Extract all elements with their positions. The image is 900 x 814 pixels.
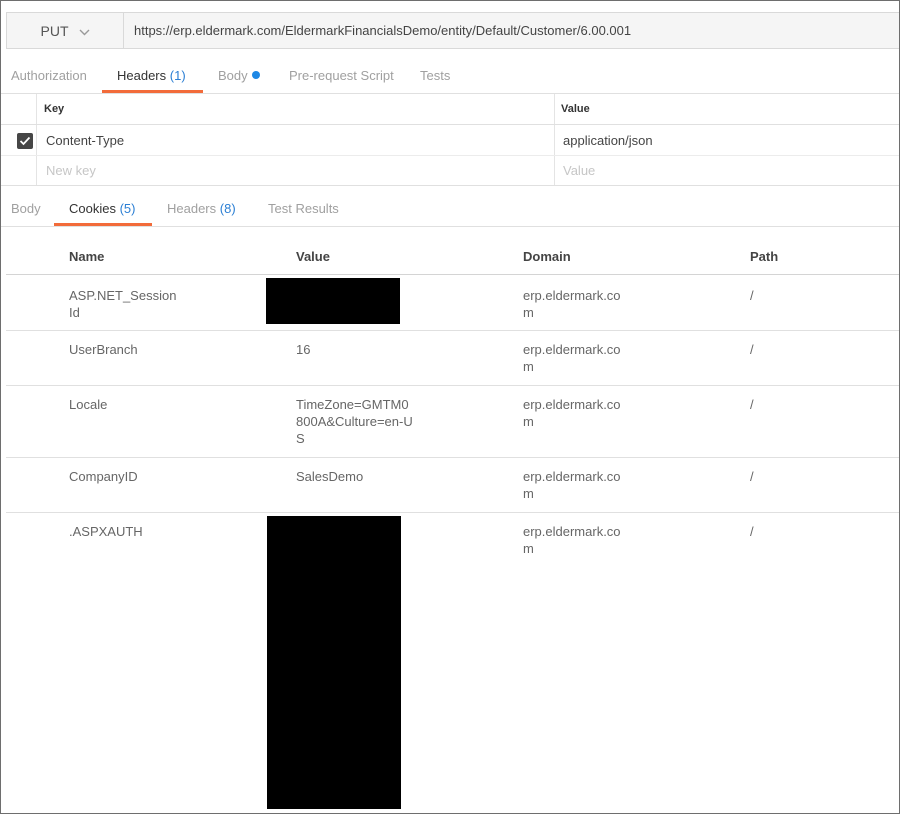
tab-pre-request-script[interactable]: Pre-request Script <box>289 59 394 92</box>
tab-label: Test Results <box>268 201 339 216</box>
cookie-path: / <box>750 469 754 484</box>
tab-label: Cookies <box>69 201 116 216</box>
cookies-column-domain: Domain <box>523 249 571 264</box>
divider <box>36 94 37 185</box>
cookie-name: CompanyID <box>69 469 138 484</box>
tab-label: Body <box>218 68 248 83</box>
tab-label: Authorization <box>11 68 87 83</box>
divider <box>1 185 899 186</box>
url-input[interactable]: https://erp.eldermark.com/EldermarkFinan… <box>134 13 631 48</box>
cookie-path: / <box>750 342 754 357</box>
divider <box>6 385 899 386</box>
cookies-column-path: Path <box>750 249 779 264</box>
tab-label: Pre-request Script <box>289 68 394 83</box>
cookie-domain: erp.eldermark.com <box>523 397 621 429</box>
key-column-header: Key <box>44 103 65 115</box>
cookie-path: / <box>750 524 754 539</box>
header-key-input[interactable]: Content-Type <box>46 133 124 148</box>
cookies-column-value: Value <box>296 249 330 264</box>
new-value-input[interactable]: Value <box>563 163 595 178</box>
tab-cookies[interactable]: Cookies (5) <box>69 192 135 225</box>
redacted-value <box>267 516 401 809</box>
header-value-input[interactable]: application/json <box>563 133 653 148</box>
cookie-name: UserBranch <box>69 342 138 357</box>
tab-count: (1) <box>169 68 186 83</box>
cookies-column-name: Name <box>69 249 105 264</box>
cookie-value: TimeZone=GMTM0800A&Culture=en-US <box>296 397 413 446</box>
cookie-domain: erp.eldermark.com <box>523 342 621 374</box>
tab-body[interactable]: Body <box>218 59 260 92</box>
divider <box>554 94 555 185</box>
check-icon <box>19 136 31 146</box>
tab-count: (5) <box>119 201 136 216</box>
cookie-path: / <box>750 397 754 412</box>
tab-response-headers[interactable]: Headers (8) <box>167 192 236 225</box>
cookie-name: .ASPXAUTH <box>69 524 143 539</box>
redacted-value <box>266 278 400 324</box>
cookie-domain: erp.eldermark.com <box>523 524 621 556</box>
divider <box>1 226 899 227</box>
divider <box>6 330 899 331</box>
cookie-domain: erp.eldermark.com <box>523 288 621 320</box>
response-tabs: Body Cookies (5) Headers (8) Test Result… <box>1 192 899 225</box>
cookie-value: 16 <box>296 342 311 357</box>
cookie-value: SalesDemo <box>296 469 364 484</box>
tab-authorization[interactable]: Authorization <box>11 59 87 92</box>
request-bar: PUT https://erp.eldermark.com/EldermarkF… <box>6 12 899 49</box>
cookie-domain: erp.eldermark.com <box>523 469 621 501</box>
divider <box>1 93 899 94</box>
tab-label: Headers <box>167 201 217 216</box>
tab-test-results[interactable]: Test Results <box>268 192 339 225</box>
tab-label: Headers <box>117 68 167 83</box>
divider <box>1 124 899 125</box>
divider <box>6 512 899 513</box>
method-label: PUT <box>40 22 69 39</box>
divider <box>6 457 899 458</box>
value-column-header: Value <box>561 103 590 115</box>
cookie-name: Locale <box>69 397 108 412</box>
tab-label: Tests <box>420 68 451 83</box>
cookie-path: / <box>750 288 754 303</box>
divider <box>1 155 899 156</box>
header-enabled-checkbox[interactable] <box>17 133 33 149</box>
modified-dot-icon <box>251 71 260 79</box>
method-select[interactable]: PUT <box>7 13 124 48</box>
divider <box>6 274 899 275</box>
chevron-down-icon <box>79 23 90 39</box>
tab-headers[interactable]: Headers (1) <box>117 59 186 92</box>
tab-tests[interactable]: Tests <box>420 59 450 92</box>
request-tabs: Authorization Headers (1) Body Pre-reque… <box>1 59 899 92</box>
cookie-name: ASP.NET_SessionId <box>69 288 177 320</box>
new-key-input[interactable]: New key <box>46 163 96 178</box>
tab-count: (8) <box>219 201 236 216</box>
tab-label: Body <box>11 201 41 216</box>
tab-response-body[interactable]: Body <box>11 192 41 225</box>
